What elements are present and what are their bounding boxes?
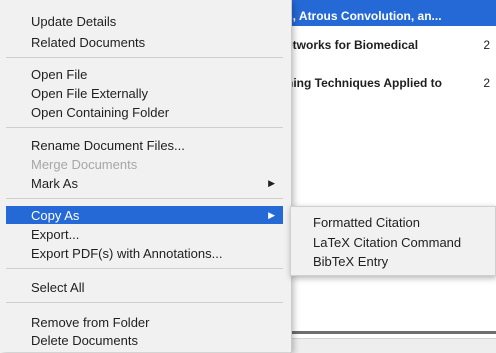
document-year: 2 bbox=[483, 38, 490, 52]
document-title: s, Atrous Convolution, an... bbox=[286, 9, 442, 23]
menu-separator bbox=[6, 57, 283, 58]
submenu-item-label: Formatted Citation bbox=[313, 214, 420, 230]
menu-separator bbox=[6, 198, 283, 199]
menu-item-select-all[interactable]: Select All bbox=[6, 278, 283, 296]
document-title: ning Techniques Applied to bbox=[286, 76, 442, 90]
menu-item-label: Related Documents bbox=[31, 34, 146, 50]
copy-as-submenu: Formatted Citation LaTeX Citation Comman… bbox=[290, 206, 496, 276]
menu-item-delete-documents[interactable]: Delete Documents bbox=[6, 331, 283, 349]
triangle-right-icon: ▶ bbox=[268, 177, 275, 188]
triangle-right-icon: ▶ bbox=[268, 209, 275, 220]
menu-separator bbox=[6, 127, 283, 128]
menu-item-label: Export... bbox=[31, 226, 80, 242]
menu-item-label: Update Details bbox=[31, 13, 117, 29]
submenu-item-label: BibTeX Entry bbox=[313, 253, 389, 269]
menu-item-copy-as[interactable]: Copy As ▶ bbox=[6, 206, 283, 224]
context-menu: Update Details Related Documents Open Fi… bbox=[0, 0, 292, 352]
document-year: 2 bbox=[483, 76, 490, 90]
menu-item-label: Open File bbox=[31, 66, 88, 82]
submenu-item-bibtex-entry[interactable]: BibTeX Entry bbox=[291, 252, 495, 270]
menu-item-mark-as[interactable]: Mark As ▶ bbox=[6, 174, 283, 192]
table-row[interactable]: etworks for Biomedical 2 bbox=[280, 35, 496, 55]
menu-item-label: Select All bbox=[31, 279, 85, 295]
menu-item-label: Open File Externally bbox=[31, 85, 149, 101]
menu-item-label: Copy As bbox=[31, 207, 80, 223]
menu-separator bbox=[6, 302, 283, 303]
horizontal-scrollbar[interactable] bbox=[290, 331, 496, 334]
menu-item-label: Merge Documents bbox=[31, 156, 138, 172]
menu-item-label: Delete Documents bbox=[31, 332, 138, 348]
submenu-item-label: LaTeX Citation Command bbox=[313, 234, 462, 250]
menu-item-open-containing-folder[interactable]: Open Containing Folder bbox=[6, 103, 283, 121]
document-title: etworks for Biomedical bbox=[286, 38, 419, 52]
menu-separator bbox=[6, 268, 283, 269]
menu-item-export-pdfs-with-annotations[interactable]: Export PDF(s) with Annotations... bbox=[6, 244, 283, 262]
menu-item-update-details[interactable]: Update Details bbox=[6, 12, 283, 30]
submenu-item-formatted-citation[interactable]: Formatted Citation bbox=[291, 213, 495, 231]
table-row[interactable]: ning Techniques Applied to 2 bbox=[280, 73, 496, 93]
menu-item-open-file-externally[interactable]: Open File Externally bbox=[6, 84, 283, 102]
menu-item-rename-document-files[interactable]: Rename Document Files... bbox=[6, 136, 283, 154]
menu-item-remove-from-folder[interactable]: Remove from Folder bbox=[6, 313, 283, 331]
menu-item-label: Rename Document Files... bbox=[31, 137, 185, 153]
table-row[interactable]: s, Atrous Convolution, an... bbox=[280, 6, 496, 26]
menu-item-label: Export PDF(s) with Annotations... bbox=[31, 245, 223, 261]
menu-item-label: Mark As bbox=[31, 175, 78, 191]
submenu-item-latex-citation-command[interactable]: LaTeX Citation Command bbox=[291, 233, 495, 251]
menu-item-open-file[interactable]: Open File bbox=[6, 65, 283, 83]
menu-item-label: Open Containing Folder bbox=[31, 104, 170, 120]
menu-item-related-documents[interactable]: Related Documents bbox=[6, 33, 283, 51]
menu-item-export[interactable]: Export... bbox=[6, 225, 283, 243]
menu-item-label: Remove from Folder bbox=[31, 314, 150, 330]
list-footer bbox=[290, 338, 496, 353]
menu-item-merge-documents: Merge Documents bbox=[6, 155, 283, 173]
